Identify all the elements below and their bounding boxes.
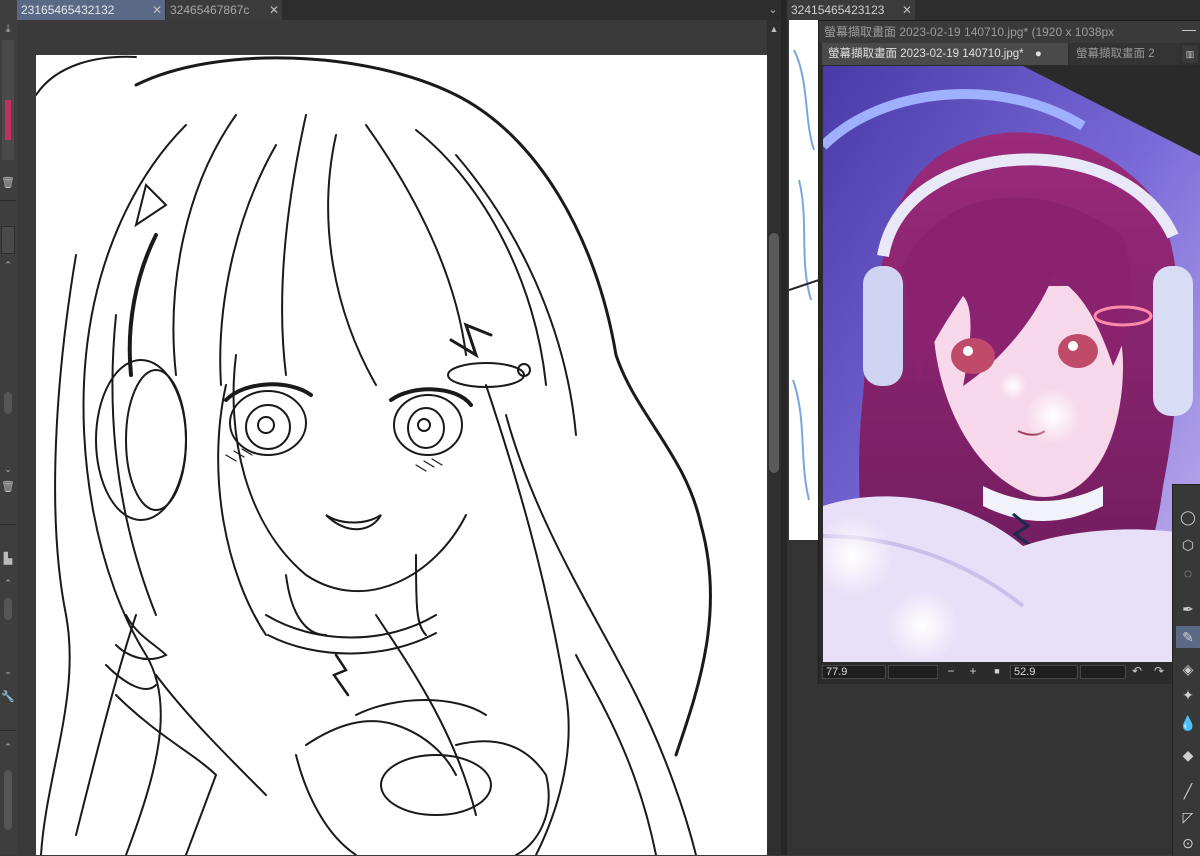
angle-field[interactable]: 52.9 <box>1010 665 1078 679</box>
circle-tool-icon[interactable]: ◯ <box>1176 506 1200 528</box>
left-tool-strip: ⤓ 🗑 ⌃ ⌄ 🗑 ▙ ⌃ ⌄ 🔧 ⌃ <box>0 0 18 855</box>
layer-button[interactable] <box>1 226 15 254</box>
chevron-up-icon[interactable]: ⌃ <box>0 576 16 590</box>
line-icon[interactable]: ╱ <box>1176 780 1200 802</box>
chevron-down-icon[interactable]: ⌄ <box>0 462 16 476</box>
modified-dot-icon: ● <box>1034 48 1042 60</box>
tab-canvas-2[interactable]: 32465467867c ✕ <box>166 0 282 20</box>
trash-icon[interactable]: 🗑 <box>0 480 16 494</box>
shape-icon[interactable]: ⊙ <box>1176 832 1200 854</box>
zoom-slider[interactable] <box>888 665 938 679</box>
rotate-left-button[interactable]: ↶ <box>1130 663 1144 679</box>
sketch-fragment <box>789 49 819 501</box>
anime-girl-reference-illustration <box>823 66 1200 662</box>
brush-icon[interactable]: ✎ <box>1176 626 1200 648</box>
save-icon[interactable]: ⤓ <box>0 22 16 36</box>
close-icon[interactable]: ✕ <box>269 0 279 20</box>
tab-canvas-1[interactable]: 23165465432132 ✕ <box>17 0 165 20</box>
frame-icon[interactable]: ◸ <box>1176 806 1200 828</box>
line-art-drawing <box>36 55 712 855</box>
tab-overflow-chevron-icon[interactable]: ⌄ <box>766 0 780 20</box>
chevron-up-icon[interactable]: ⌃ <box>0 740 16 754</box>
angle-slider[interactable] <box>1080 665 1126 679</box>
cube-icon[interactable]: ⬡ <box>1176 534 1200 556</box>
tab-label: 螢幕擷取畫面 2023-02-19 140710.jpg* <box>828 48 1024 60</box>
fill-icon[interactable]: ◆ <box>1176 744 1200 766</box>
zoom-in-button[interactable]: + <box>966 663 980 679</box>
tab-canvas-3[interactable]: 32415465423123 ✕ <box>787 0 915 20</box>
reference-image[interactable] <box>823 66 1200 662</box>
minimize-button[interactable]: — <box>1180 20 1198 40</box>
eraser-icon[interactable]: ◈ <box>1176 658 1200 680</box>
wrench-icon[interactable]: 🔧 <box>0 690 16 704</box>
tab-label: 32465467867c <box>170 3 250 17</box>
trash-icon[interactable]: 🗑 <box>0 176 16 190</box>
chevron-up-icon[interactable]: ⌃ <box>0 258 16 272</box>
left-scroll-thumb-3[interactable] <box>4 770 12 830</box>
chevron-down-icon[interactable]: ⌄ <box>0 664 16 678</box>
tab-label: 32415465423123 <box>791 3 885 17</box>
zoom-field[interactable]: 77.9 <box>822 665 886 679</box>
close-icon[interactable]: ✕ <box>902 0 912 20</box>
tab-label: 23165465432132 <box>21 3 115 17</box>
sub-view-tab-1[interactable]: 螢幕擷取畫面 2023-02-19 140710.jpg* ● <box>822 43 1068 65</box>
pen-icon[interactable]: ✒ <box>1176 598 1200 620</box>
sub-view-title: 螢幕擷取畫面 2023-02-19 140710.jpg* (1920 x 10… <box>819 21 1200 43</box>
lasso-icon[interactable]: ◌ <box>1176 562 1200 584</box>
close-icon[interactable]: ✕ <box>152 0 162 20</box>
left-scroll-thumb[interactable] <box>4 392 12 414</box>
rotate-right-button[interactable]: ↷ <box>1152 663 1166 679</box>
sparkle-icon[interactable]: ✦ <box>1176 684 1200 706</box>
main-drawing-canvas[interactable] <box>36 55 767 855</box>
scroll-up-icon[interactable]: ▲ <box>767 22 781 36</box>
color-preview <box>2 40 14 160</box>
fit-button[interactable]: ■ <box>990 663 1004 679</box>
left-scroll-thumb-2[interactable] <box>4 598 12 620</box>
tab-label: 螢幕擷取畫面 2 <box>1076 48 1155 60</box>
drop-icon[interactable]: 💧 <box>1176 712 1200 734</box>
zoom-out-button[interactable]: − <box>944 663 958 679</box>
tab-scroll-icon[interactable]: ▥ <box>1182 45 1198 63</box>
main-scroll-thumb[interactable] <box>769 233 779 473</box>
right-drawing-canvas[interactable] <box>789 20 819 540</box>
lock-icon[interactable]: ▙ <box>0 552 16 566</box>
sub-view-tab-2[interactable]: 螢幕擷取畫面 2 <box>1070 43 1180 65</box>
